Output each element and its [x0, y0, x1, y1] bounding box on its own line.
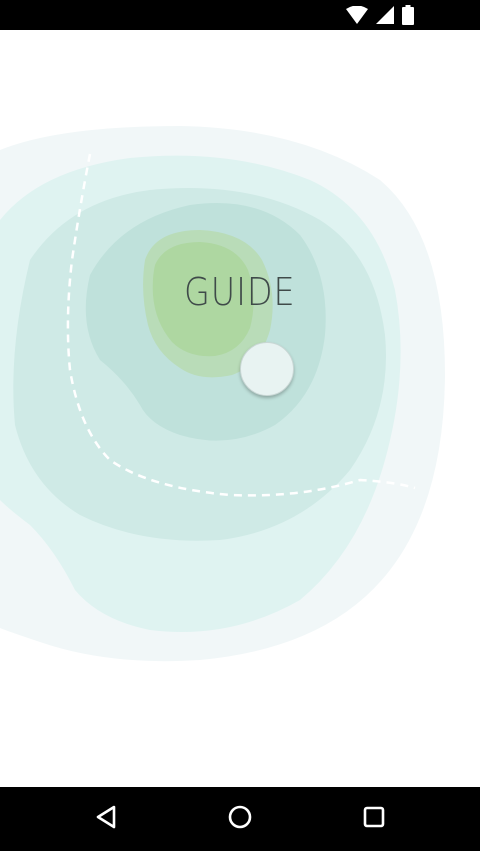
back-button[interactable] [86, 801, 126, 837]
guide-map-area[interactable]: GUIDE [0, 30, 480, 787]
cellular-signal-icon [376, 6, 394, 24]
wifi-icon [346, 6, 368, 24]
back-icon [95, 805, 117, 833]
battery-icon [402, 5, 414, 25]
recents-icon [363, 806, 385, 832]
navigation-bar [0, 787, 480, 851]
home-button[interactable] [220, 801, 260, 837]
contour-map [0, 126, 445, 662]
guide-title: GUIDE [184, 270, 296, 314]
location-marker[interactable] [240, 342, 294, 396]
status-bar [0, 0, 480, 30]
home-icon [227, 804, 253, 834]
status-icons [346, 4, 414, 26]
recents-button[interactable] [354, 801, 394, 837]
